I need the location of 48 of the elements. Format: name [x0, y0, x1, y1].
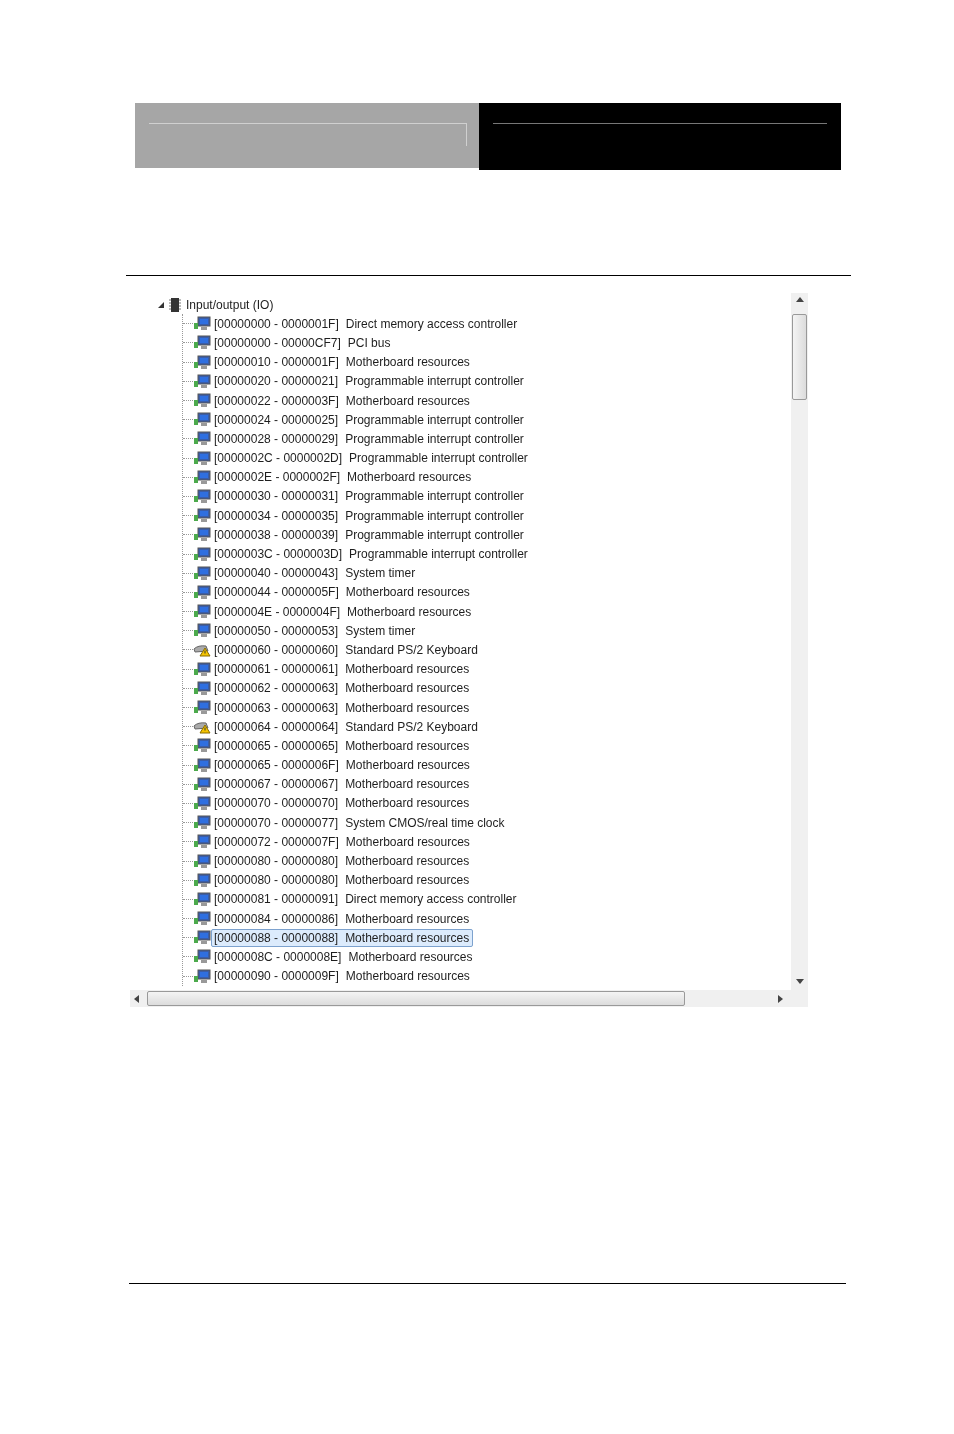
scroll-thumb[interactable]	[792, 314, 807, 400]
tree-item[interactable]: [00000038 - 00000039] Programmable interrupt controller	[211, 525, 528, 544]
tree-item[interactable]: [00000080 - 00000080] Motherboard resources	[211, 871, 474, 890]
scroll-left-icon[interactable]	[134, 994, 139, 1003]
tree-item[interactable]: [00000034 - 00000035] Programmable interrupt controller	[211, 506, 528, 525]
tree-item[interactable]: [00000065 - 0000006F] Motherboard resources	[211, 756, 474, 775]
tree-item[interactable]: [0000002E - 0000002F] Motherboard resources	[211, 468, 476, 487]
scroll-up-icon[interactable]	[795, 297, 804, 302]
tree-item[interactable]: [00000084 - 00000086] Motherboard resources	[211, 909, 474, 928]
tree-item[interactable]: [00000090 - 0000009F] Motherboard resources	[211, 967, 474, 986]
horizontal-scrollbar[interactable]	[130, 990, 791, 1007]
tree-item[interactable]: [00000028 - 00000029] Programmable interrupt controller	[211, 429, 528, 448]
tree-item[interactable]: [00000061 - 00000061] Motherboard resources	[211, 660, 474, 679]
tree-item[interactable]: [0000002C - 0000002D] Programmable interrupt controller	[211, 449, 532, 468]
tree-item[interactable]: [00000010 - 0000001F] Motherboard resources	[211, 353, 474, 372]
tree-item[interactable]: [0000008C - 0000008E] Motherboard resources	[211, 947, 477, 966]
expand-caret-icon[interactable]	[158, 301, 164, 308]
tree-item[interactable]: [00000024 - 00000025] Programmable interrupt controller	[211, 410, 528, 429]
tree-item[interactable]: [00000064 - 00000064] Standard PS/2 Keyboard	[211, 717, 482, 736]
tree-item[interactable]: [00000060 - 00000060] Standard PS/2 Keyboard	[211, 640, 482, 659]
tree-item[interactable]: [00000040 - 00000043] System timer	[211, 564, 420, 583]
tree-node-label[interactable]: Input/output (IO)	[186, 297, 274, 312]
tree-item[interactable]: [00000062 - 00000063] Motherboard resources	[211, 679, 474, 698]
scroll-thumb[interactable]	[147, 991, 685, 1006]
tree-item[interactable]: [00000000 - 0000001F] Direct memory access controller	[211, 314, 522, 333]
tree-item[interactable]: [00000022 - 0000003F] Motherboard resources	[211, 391, 474, 410]
scroll-right-icon[interactable]	[778, 994, 783, 1003]
vertical-scrollbar[interactable]	[791, 293, 808, 990]
tree-item[interactable]: [00000030 - 00000031] Programmable interrupt controller	[211, 487, 528, 506]
tree-item[interactable]: [00000063 - 00000063] Motherboard resources	[211, 698, 474, 717]
tree-item[interactable]: [00000070 - 00000077] System CMOS/real time clock	[211, 813, 509, 832]
tree-item[interactable]: [0000004E - 0000004F] Motherboard resources	[211, 602, 476, 621]
warning-icon	[193, 642, 211, 658]
tree-item[interactable]: [00000067 - 00000067] Motherboard resources	[211, 775, 474, 794]
tree-item[interactable]: [0000003C - 0000003D] Programmable interrupt controller	[211, 545, 532, 564]
tree-item[interactable]: [00000072 - 0000007F] Motherboard resources	[211, 832, 474, 851]
warning-icon	[193, 719, 211, 735]
chip-icon	[168, 296, 182, 313]
tree-item[interactable]: [00000044 - 0000005F] Motherboard resources	[211, 583, 474, 602]
tree-item[interactable]: [00000088 - 00000088] Motherboard resources	[211, 928, 474, 947]
tree-item[interactable]: [00000081 - 00000091] Direct memory access controller	[211, 890, 521, 909]
tree-item[interactable]: [00000000 - 00000CF7] PCI bus	[211, 333, 395, 352]
tree-item[interactable]: [00000065 - 00000065] Motherboard resources	[211, 736, 474, 755]
tree-item[interactable]: [00000050 - 00000053] System timer	[211, 621, 420, 640]
tree-item[interactable]: [00000080 - 00000080] Motherboard resources	[211, 852, 474, 871]
tree-item[interactable]: [00000020 - 00000021] Programmable interrupt controller	[211, 372, 528, 391]
tree-item[interactable]: [00000070 - 00000070] Motherboard resources	[211, 794, 474, 813]
scroll-down-icon[interactable]	[795, 979, 804, 984]
